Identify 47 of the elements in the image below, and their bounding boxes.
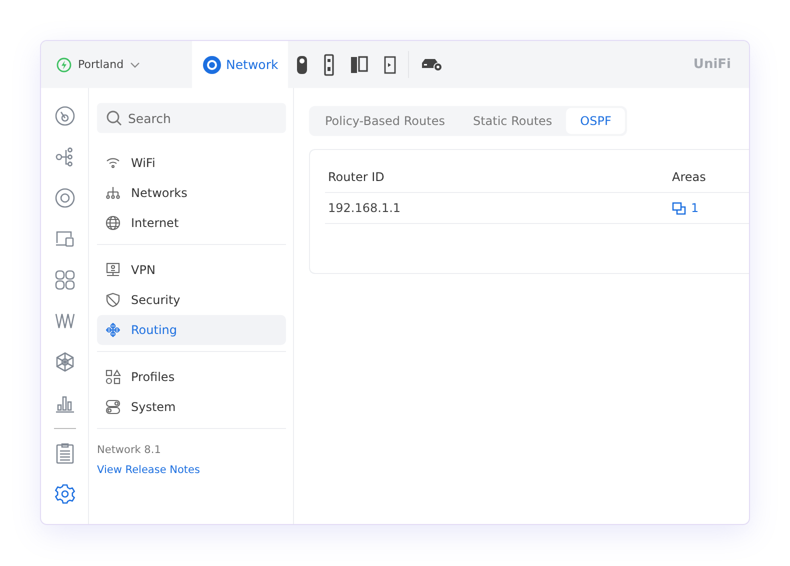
devices-nav-button[interactable] — [54, 187, 76, 209]
ports-nav-button[interactable] — [54, 269, 76, 291]
logs-nav-button[interactable] — [54, 442, 76, 464]
bolt-icon — [56, 56, 72, 72]
release-notes-link[interactable]: View Release Notes — [97, 464, 200, 476]
site-selector[interactable]: Portland — [41, 41, 192, 88]
networks-icon — [105, 185, 121, 201]
version-text: Network 8.1 — [97, 444, 162, 456]
app-tab[interactable]: Network — [192, 41, 288, 88]
search-field[interactable]: Search — [97, 103, 286, 133]
wifi-icon — [105, 155, 121, 171]
nav-item[interactable]: Networks — [97, 178, 286, 208]
column-header: Router ID — [327, 170, 386, 184]
search-input[interactable]: Search — [128, 110, 268, 126]
routing-icon — [105, 322, 121, 338]
nav-item[interactable]: VPN — [97, 255, 286, 285]
nav-item[interactable]: Routing — [97, 315, 286, 345]
panel-icon — [350, 56, 368, 74]
nav-item[interactable]: WiFi — [97, 148, 286, 178]
vpn-icon — [105, 262, 121, 278]
tab[interactable]: Static Routes — [458, 108, 566, 134]
dashboard-nav-button[interactable] — [54, 105, 76, 127]
nav-item[interactable]: Security — [97, 285, 286, 315]
camera-icon — [296, 54, 308, 74]
nav-item[interactable]: System — [97, 392, 286, 422]
logo-text: UniFi — [693, 57, 731, 72]
doorbell-icon — [324, 54, 334, 76]
router-gear-icon — [421, 58, 444, 72]
circle-icon — [203, 56, 221, 74]
column-header: Areas — [672, 170, 706, 184]
nav-item[interactable]: Internet — [97, 208, 286, 238]
topology-nav-button[interactable] — [54, 146, 76, 168]
internet-icon — [105, 215, 121, 231]
search-icon — [106, 110, 122, 126]
system-icon — [105, 399, 121, 415]
table-cell: 1 — [691, 201, 699, 215]
settings-nav-button[interactable] — [54, 483, 76, 505]
profiles-icon — [105, 369, 121, 385]
nav-item[interactable]: Profiles — [97, 362, 286, 392]
tab[interactable]: Policy-Based Routes — [311, 108, 459, 134]
hub-nav-button[interactable] — [54, 351, 76, 373]
tab[interactable]: OSPF — [566, 108, 626, 134]
tablet-icon — [384, 56, 396, 74]
areas-icon — [672, 202, 686, 214]
chevron-down-icon — [130, 62, 140, 68]
table-cell-text: 192.168.1.1 — [327, 201, 402, 215]
security-icon — [105, 292, 121, 308]
